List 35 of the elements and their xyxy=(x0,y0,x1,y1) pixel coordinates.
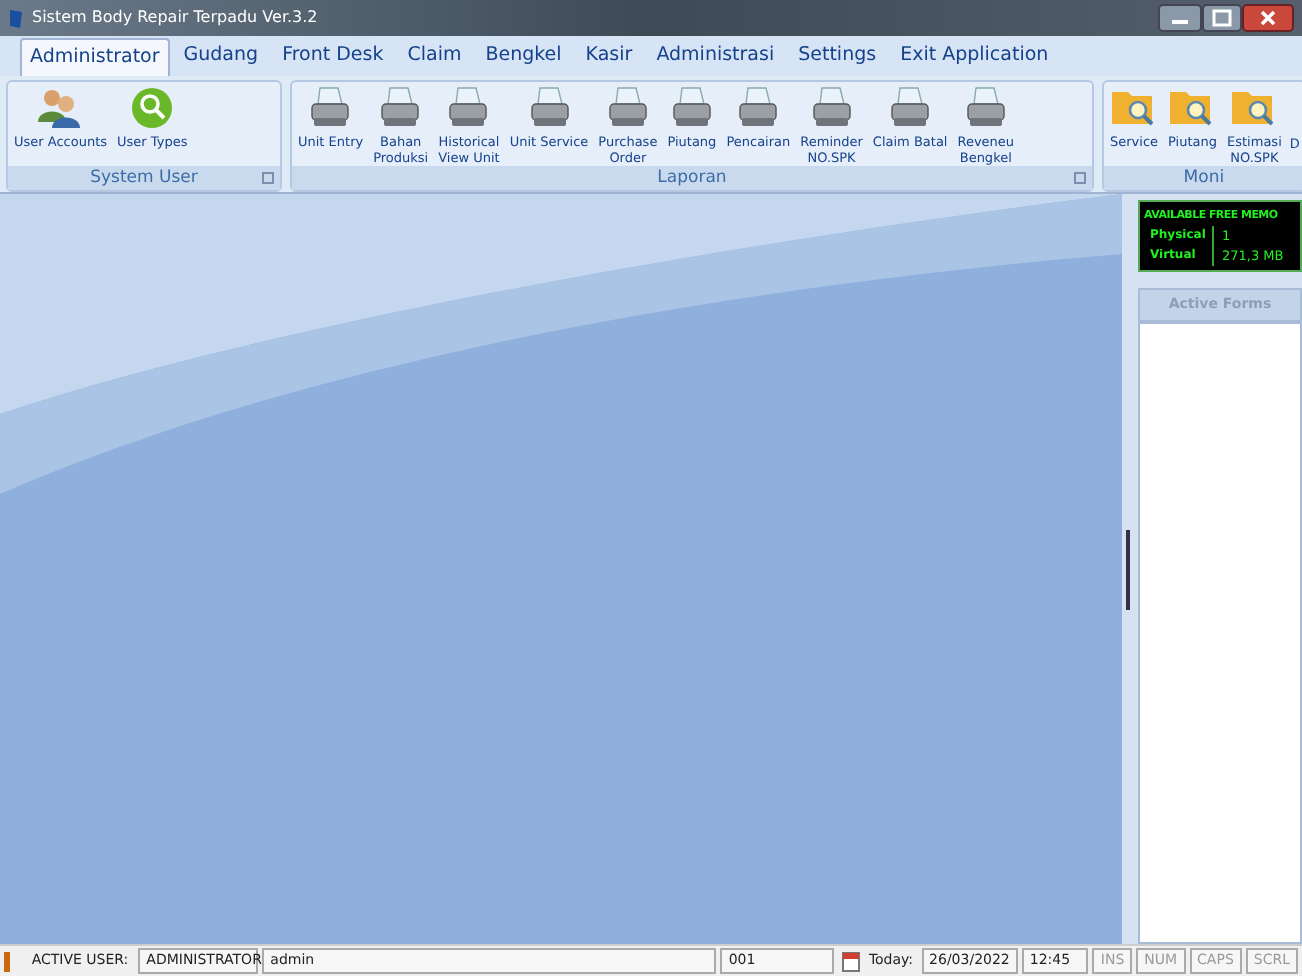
calendar-icon xyxy=(842,950,861,972)
folder-search-icon xyxy=(1110,86,1159,130)
menu-tab[interactable]: Claim xyxy=(397,38,472,76)
menu-tab[interactable]: Kasir xyxy=(575,38,643,76)
printer-icon xyxy=(605,86,650,130)
folder-search-icon xyxy=(1168,86,1217,130)
splitter-handle[interactable] xyxy=(1122,194,1134,944)
printer-icon xyxy=(446,86,491,130)
menu-tab[interactable]: Settings xyxy=(788,38,887,76)
app-icon xyxy=(8,7,24,29)
printer-icon xyxy=(669,86,714,130)
minimize-icon[interactable] xyxy=(1158,4,1202,32)
printer-icon xyxy=(963,86,1008,130)
printer-icon xyxy=(308,86,353,130)
menu-tab[interactable]: Front Desk xyxy=(272,38,394,76)
printer-icon xyxy=(527,86,571,130)
close-icon[interactable] xyxy=(1242,4,1294,32)
group-label: System User xyxy=(90,165,198,191)
group-label: Laporan xyxy=(657,165,727,191)
users-icon xyxy=(36,86,85,130)
menu-tab[interactable]: Administrasi xyxy=(646,38,785,76)
menu-tab[interactable]: Administrator xyxy=(20,38,170,76)
menu-tab[interactable]: Gudang xyxy=(173,38,269,76)
printer-icon xyxy=(888,86,933,130)
printer-icon xyxy=(736,86,781,130)
window-title: Sistem Body Repair Terpadu Ver.3.2 xyxy=(32,10,318,26)
menu-tab[interactable]: Exit Application xyxy=(890,38,1059,76)
printer-icon xyxy=(809,86,854,130)
status-icon xyxy=(4,951,10,971)
folder-search-icon xyxy=(1230,86,1279,130)
search-icon xyxy=(130,86,175,130)
printer-icon xyxy=(378,86,423,130)
maximize-icon[interactable] xyxy=(1202,4,1242,32)
group-label: Moni xyxy=(1183,165,1225,191)
menu-tab[interactable]: Bengkel xyxy=(475,38,572,76)
